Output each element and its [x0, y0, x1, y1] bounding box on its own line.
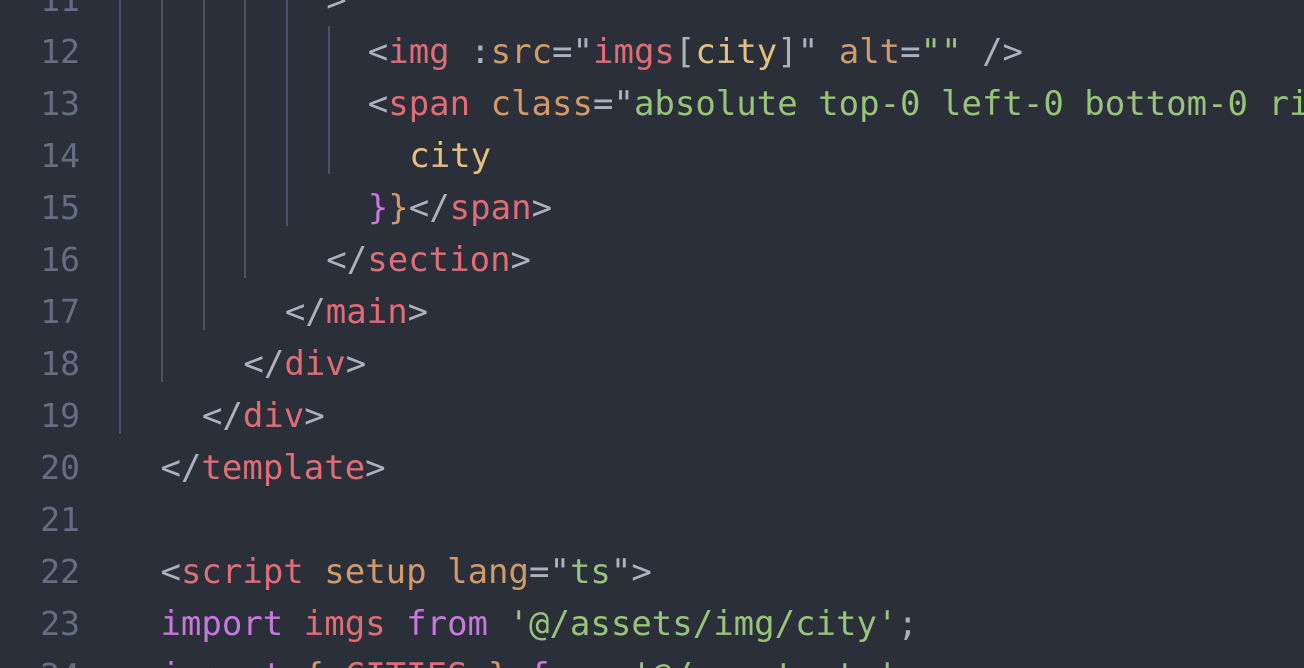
token-22-11: > — [631, 552, 652, 592]
line-number-11[interactable]: 11 — [0, 0, 80, 26]
token-12-14: alt — [838, 32, 901, 72]
line-number-20[interactable]: 20 — [0, 442, 80, 494]
token-12-12: " — [797, 32, 819, 72]
token-24-12: ; — [898, 656, 918, 668]
token-12-9: [ — [674, 32, 696, 72]
line-number-14[interactable]: 14 — [0, 130, 80, 182]
token-13-4: class — [490, 84, 593, 124]
token-17-1: </ — [284, 292, 326, 332]
line-number-gutter[interactable]: 1112131415161718192021222324 — [0, 0, 100, 668]
code-line-24[interactable]: import { CITIES } from '@/constants'; — [0, 650, 918, 668]
token-23-3: imgs — [303, 604, 386, 644]
token-23-5: from — [406, 604, 489, 644]
token-12-1: < — [367, 32, 389, 72]
line-number-18[interactable]: 18 — [0, 338, 80, 390]
token-23-8: ; — [897, 604, 918, 644]
token-17-3: > — [407, 292, 429, 332]
token-12-8: imgs — [593, 32, 675, 72]
token-23-7: '@/assets/img/city' — [508, 604, 898, 644]
token-22-9: ts — [569, 552, 611, 592]
token-15-4: span — [449, 188, 532, 228]
token-15-5: > — [531, 188, 553, 228]
line-number-23[interactable]: 23 — [0, 598, 80, 650]
token-15-1: } — [367, 188, 389, 228]
line-number-24[interactable]: 24 — [0, 650, 80, 668]
token-12-5: src — [490, 32, 553, 72]
token-19-3: > — [304, 396, 325, 436]
token-22-5 — [427, 552, 447, 592]
token-15-2: } — [388, 188, 409, 228]
line-number-22[interactable]: 22 — [0, 546, 80, 598]
token-24-3: { — [304, 656, 324, 668]
code-editor[interactable]: > <img :src="imgs[city]" alt="" /> <span c… — [0, 0, 1304, 668]
line-number-21[interactable]: 21 — [0, 494, 80, 546]
token-22-2: script — [180, 552, 304, 592]
code-line-23[interactable]: import imgs from '@/assets/img/city'; — [0, 598, 918, 650]
token-12-10: city — [695, 32, 778, 72]
token-15-3: </ — [408, 188, 450, 228]
token-13-2: span — [388, 84, 471, 124]
token-12-2: img — [388, 32, 450, 72]
token-20-1: </ — [160, 448, 202, 488]
token-23-6 — [488, 604, 508, 644]
token-22-4: setup — [324, 552, 427, 592]
token-22-8: " — [549, 552, 570, 592]
token-12-13 — [818, 32, 838, 72]
token-12-16: "" — [920, 32, 962, 72]
token-24-4 — [324, 656, 344, 668]
line-number-16[interactable]: 16 — [0, 234, 80, 286]
token-12-3 — [450, 32, 470, 72]
token-12-6: = — [552, 32, 573, 72]
token-19-1: </ — [201, 396, 243, 436]
token-22-6: lang — [447, 552, 529, 592]
token-22-7: = — [528, 552, 550, 592]
line-number-12[interactable]: 12 — [0, 26, 80, 78]
token-13-1: < — [367, 84, 389, 124]
token-11-1: > — [326, 0, 347, 20]
token-22-3 — [304, 552, 324, 592]
token-16-1: </ — [326, 240, 368, 280]
token-12-15: = — [900, 32, 921, 72]
token-24-10 — [611, 656, 631, 668]
line-number-17[interactable]: 17 — [0, 286, 80, 338]
token-23-4 — [386, 604, 406, 644]
token-12-4: : — [470, 32, 491, 72]
token-12-7: " — [572, 32, 594, 72]
token-13-5: = — [592, 84, 614, 124]
token-23-2 — [283, 604, 303, 644]
line-number-15[interactable]: 15 — [0, 182, 80, 234]
token-22-1: < — [160, 552, 181, 592]
token-24-9: from — [529, 656, 611, 668]
token-22-10: " — [610, 552, 632, 592]
token-24-7: } — [488, 656, 508, 668]
token-13-7: absolute top-0 left-0 bottom-0 rig — [633, 84, 1304, 124]
token-13-6: " — [613, 84, 634, 124]
token-23-1: import — [160, 604, 284, 644]
token-12-11: ] — [777, 32, 798, 72]
token-24-1: import — [160, 656, 283, 668]
token-24-11: '@/constants' — [631, 656, 897, 668]
code-line-12[interactable]: <img :src="imgs[city]" alt="" /> — [0, 26, 1023, 78]
token-12-17: /> — [961, 32, 1024, 72]
line-number-19[interactable]: 19 — [0, 390, 80, 442]
token-14-1: city — [409, 136, 492, 176]
token-16-3: > — [510, 240, 532, 280]
token-24-2 — [283, 656, 303, 668]
token-24-6 — [468, 656, 488, 668]
code-line-13[interactable]: <span class="absolute top-0 left-0 botto… — [0, 78, 1304, 130]
token-18-3: > — [345, 344, 367, 384]
token-17-2: main — [325, 292, 408, 332]
line-number-13[interactable]: 13 — [0, 78, 80, 130]
token-19-2: div — [242, 396, 305, 436]
token-20-2: template — [201, 448, 366, 488]
token-13-3 — [470, 84, 490, 124]
token-18-2: div — [284, 344, 346, 384]
token-24-8 — [509, 656, 529, 668]
token-24-5: CITIES — [345, 656, 468, 668]
code-content[interactable]: > <img :src="imgs[city]" alt="" /> <span c… — [0, 0, 1304, 668]
token-16-2: section — [367, 240, 511, 280]
token-20-3: > — [365, 448, 386, 488]
token-18-1: </ — [243, 344, 285, 384]
